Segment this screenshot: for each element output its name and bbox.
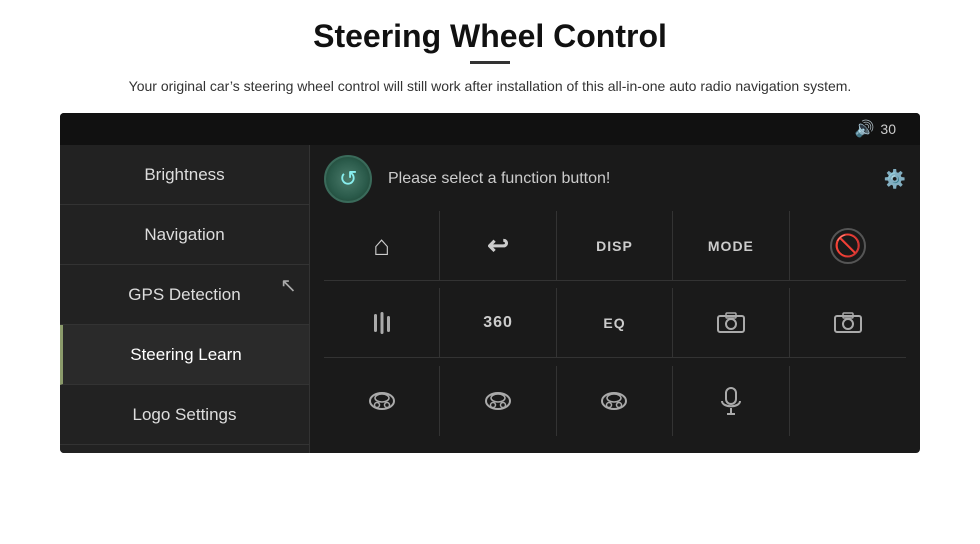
sidebar-label-brightness: Brightness — [144, 165, 224, 185]
sidebar-item-gps-detection[interactable]: GPS Detection — [60, 265, 309, 325]
top-bar: 🔊 30 — [60, 113, 920, 145]
home-icon: ⌂ — [373, 230, 390, 262]
mode-label: MODE — [708, 238, 754, 254]
microphone-icon — [720, 386, 742, 416]
title-divider — [470, 61, 510, 64]
car-view1-icon — [368, 387, 396, 415]
btn-car-view2[interactable] — [440, 366, 556, 436]
btn-cam-rear[interactable] — [790, 288, 906, 358]
btn-equalizer[interactable] — [324, 288, 440, 358]
page: Steering Wheel Control Your original car… — [0, 0, 980, 544]
btn-disp[interactable]: DISP — [557, 211, 673, 281]
cursor-icon: ↖ — [280, 273, 297, 298]
sidebar-label-gps-detection: GPS Detection — [128, 285, 240, 305]
360-label: 360 — [483, 314, 513, 332]
phone-off-icon: 🚫 — [830, 228, 866, 264]
equalizer-icon — [370, 308, 394, 338]
sidebar-item-brightness[interactable]: Brightness — [60, 145, 309, 205]
sidebar-item-logo-settings[interactable]: Logo Settings — [60, 385, 309, 445]
main-content: ↻ Please select a function button! ⚙️ ⌂ … — [310, 145, 920, 453]
btn-home[interactable]: ⌂ — [324, 211, 440, 281]
btn-car-view3[interactable] — [557, 366, 673, 436]
volume-area: 🔊 30 — [855, 119, 897, 139]
btn-phone-off[interactable]: 🚫 — [790, 211, 906, 281]
settings-icon: ⚙️ — [884, 169, 906, 190]
refresh-icon: ↻ — [339, 166, 357, 192]
volume-level: 30 — [880, 121, 896, 137]
btn-microphone[interactable] — [673, 366, 789, 436]
prompt-text: Please select a function button! — [388, 170, 610, 188]
car-panel: 🔊 30 Brightness Navigation GPS Detection… — [60, 113, 920, 453]
disp-label: DISP — [596, 238, 633, 254]
btn-cam-front[interactable] — [673, 288, 789, 358]
camera-rear-icon — [833, 311, 863, 335]
eq-label: EQ — [603, 315, 625, 331]
btn-back[interactable]: ↩ — [440, 211, 556, 281]
btn-mode[interactable]: MODE — [673, 211, 789, 281]
car-view2-icon — [484, 387, 512, 415]
refresh-button[interactable]: ↻ — [324, 155, 372, 203]
btn-car-view1[interactable] — [324, 366, 440, 436]
btn-360[interactable]: 360 — [440, 288, 556, 358]
button-grid: ⌂ ↩ DISP MODE 🚫 — [324, 211, 906, 443]
sidebar-label-navigation: Navigation — [144, 225, 224, 245]
back-icon: ↩ — [487, 230, 509, 261]
sidebar: Brightness Navigation GPS Detection Stee… — [60, 145, 310, 453]
camera-front-icon — [716, 311, 746, 335]
sidebar-item-steering-learn[interactable]: Steering Learn — [60, 325, 309, 385]
sidebar-label-steering-learn: Steering Learn — [130, 345, 242, 365]
btn-eq[interactable]: EQ — [557, 288, 673, 358]
sidebar-item-navigation[interactable]: Navigation — [60, 205, 309, 265]
car-view3-icon — [600, 387, 628, 415]
btn-empty[interactable] — [790, 366, 906, 436]
page-title: Steering Wheel Control — [313, 18, 667, 55]
volume-icon: 🔊 — [855, 119, 875, 139]
sidebar-label-logo-settings: Logo Settings — [133, 405, 237, 425]
top-row: ↻ Please select a function button! ⚙️ — [324, 155, 906, 203]
page-subtitle: Your original car’s steering wheel contr… — [129, 76, 852, 97]
